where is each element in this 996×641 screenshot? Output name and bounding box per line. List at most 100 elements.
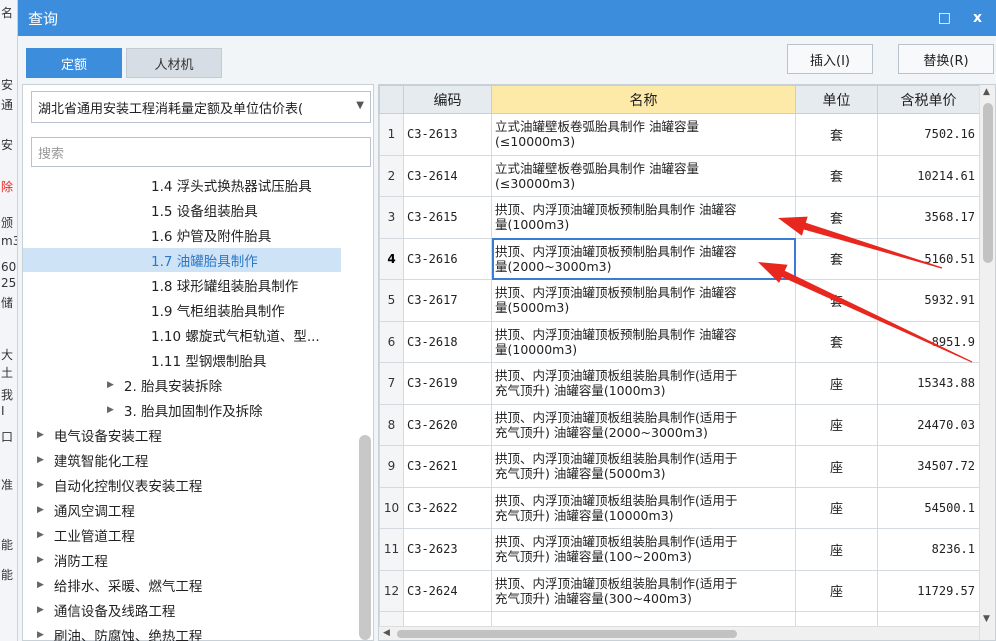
expand-triangle-icon[interactable]: ▶ bbox=[37, 505, 44, 515]
expand-triangle-icon[interactable]: ▶ bbox=[37, 555, 44, 565]
name-cell[interactable]: 拱顶、内浮顶油罐顶板预制胎具制作 油罐容 量(5000m3) bbox=[491, 279, 796, 322]
close-icon[interactable]: x bbox=[973, 10, 982, 26]
expand-triangle-icon[interactable]: ▶ bbox=[37, 630, 44, 640]
maximize-icon[interactable]: □ bbox=[938, 10, 951, 26]
table-row[interactable]: 1 C3-2613 立式油罐壁板卷弧胎具制作 油罐容量 (≤10000m3) 套 750… bbox=[379, 113, 980, 156]
scroll-up-icon[interactable]: ▲ bbox=[983, 87, 990, 97]
code-cell[interactable]: C3-2622 bbox=[403, 486, 492, 529]
code-cell[interactable]: C3-2624 bbox=[403, 569, 492, 612]
insert-button[interactable]: 插入(I) bbox=[787, 44, 873, 74]
unit-cell[interactable]: 套 bbox=[795, 279, 878, 322]
code-cell[interactable]: C3-2617 bbox=[403, 279, 492, 322]
table-row[interactable]: 12 C3-2624 拱顶、内浮顶油罐顶板组装胎具制作(适用于 充气顶升) 油罐容量… bbox=[379, 569, 980, 612]
tree-item[interactable]: 1.6 炉管及附件胎具 bbox=[151, 223, 271, 247]
price-cell[interactable]: 5932.91 bbox=[877, 279, 980, 322]
table-row[interactable]: 7 C3-2619 拱顶、内浮顶油罐顶板组装胎具制作(适用于 充气顶升) 油罐容量(… bbox=[379, 362, 980, 405]
tree-scrollbar[interactable] bbox=[359, 435, 371, 640]
unit-cell[interactable]: 套 bbox=[795, 196, 878, 239]
unit-cell[interactable]: 座 bbox=[795, 362, 878, 405]
tree-item[interactable]: 1.11 型钢煨制胎具 bbox=[151, 348, 266, 372]
name-cell[interactable]: 拱顶、内浮顶油罐顶板组装胎具制作(适用于 充气顶升) 油罐容量(5000m3) bbox=[491, 445, 796, 488]
expand-triangle-icon[interactable]: ▶ bbox=[37, 580, 44, 590]
unit-cell[interactable]: 座 bbox=[795, 486, 878, 529]
expand-triangle-icon[interactable]: ▶ bbox=[107, 380, 114, 390]
unit-cell[interactable]: 座 bbox=[795, 403, 878, 446]
tree-item[interactable]: ▶ 刷油、防腐蚀、绝热工程 bbox=[37, 623, 202, 641]
code-cell[interactable]: C3-2613 bbox=[403, 113, 492, 156]
tree-item[interactable]: ▶ 通风空调工程 bbox=[37, 498, 135, 522]
name-cell[interactable]: 拱顶、内浮顶油罐顶板预制胎具制作 油罐容 量(1000m3) bbox=[491, 196, 796, 239]
expand-triangle-icon[interactable]: ▶ bbox=[37, 480, 44, 490]
scroll-down-icon[interactable]: ▼ bbox=[983, 614, 990, 624]
tree-item[interactable]: ▶ 工业管道工程 bbox=[37, 523, 135, 547]
tab-rencai[interactable]: 人材机 bbox=[126, 48, 222, 78]
table-row[interactable]: 10 C3-2622 拱顶、内浮顶油罐顶板组装胎具制作(适用于 充气顶升) 油罐容量… bbox=[379, 486, 980, 529]
col-code-header[interactable]: 编码 bbox=[403, 85, 492, 114]
expand-triangle-icon[interactable]: ▶ bbox=[37, 530, 44, 540]
name-cell[interactable]: 拱顶、内浮顶油罐顶板组装胎具制作(适用于 充气顶升) 油罐容量(100~200m… bbox=[491, 528, 796, 571]
unit-cell[interactable]: 套 bbox=[795, 113, 878, 156]
price-cell[interactable]: 34507.72 bbox=[877, 445, 980, 488]
name-cell[interactable]: 拱顶、内浮顶油罐顶板组装胎具制作(适用于 充气顶升) 油罐容量(1000m3) bbox=[491, 362, 796, 405]
price-cell[interactable]: 24470.03 bbox=[877, 403, 980, 446]
name-cell[interactable]: 拱顶、内浮顶油罐顶板组装胎具制作(适用于 充气顶升) 油罐容量(2000~300… bbox=[491, 403, 796, 446]
table-row[interactable]: 11 C3-2623 拱顶、内浮顶油罐顶板组装胎具制作(适用于 充气顶升) 油罐容量… bbox=[379, 528, 980, 571]
table-row[interactable]: 6 C3-2618 拱顶、内浮顶油罐顶板预制胎具制作 油罐容 量(10000m3) 套… bbox=[379, 320, 980, 363]
name-cell[interactable]: 拱顶、内浮顶油罐顶板预制胎具制作 油罐容 量(10000m3) bbox=[491, 320, 796, 363]
tree-item[interactable]: 1.8 球形罐组装胎具制作 bbox=[151, 273, 298, 297]
table-row[interactable]: 3 C3-2615 拱顶、内浮顶油罐顶板预制胎具制作 油罐容 量(1000m3) 套 3… bbox=[379, 196, 980, 239]
price-cell[interactable]: 10214.61 bbox=[877, 154, 980, 197]
unit-cell[interactable]: 座 bbox=[795, 445, 878, 488]
tree-item[interactable]: 1.5 设备组装胎具 bbox=[151, 198, 258, 222]
tree-item[interactable]: ▶ 建筑智能化工程 bbox=[37, 448, 148, 472]
col-unit-header[interactable]: 单位 bbox=[795, 85, 878, 114]
library-select[interactable]: 湖北省通用安装工程消耗量定额及单位估价表( ▼ bbox=[31, 91, 371, 123]
unit-cell[interactable]: 座 bbox=[795, 569, 878, 612]
price-cell[interactable]: 8236.1 bbox=[877, 528, 980, 571]
price-cell[interactable]: 5160.51 bbox=[877, 237, 980, 280]
expand-triangle-icon[interactable]: ▶ bbox=[107, 405, 114, 415]
price-cell[interactable]: 8951.9 bbox=[877, 320, 980, 363]
search-input[interactable]: 搜索 bbox=[31, 137, 371, 167]
name-cell[interactable]: 拱顶、内浮顶油罐顶板组装胎具制作(适用于 充气顶升) 油罐容量(300~400m… bbox=[491, 569, 796, 612]
tree-item[interactable]: ▶ 通信设备及线路工程 bbox=[37, 598, 175, 622]
unit-cell[interactable]: 座 bbox=[795, 528, 878, 571]
tab-dinge[interactable]: 定额 bbox=[26, 48, 122, 78]
table-horizontal-scrollbar[interactable]: ◀ bbox=[379, 626, 979, 640]
expand-triangle-icon[interactable]: ▶ bbox=[37, 455, 44, 465]
tree-item[interactable]: ▶ 电气设备安装工程 bbox=[37, 423, 162, 447]
price-cell[interactable]: 54500.1 bbox=[877, 486, 980, 529]
name-cell[interactable]: 立式油罐壁板卷弧胎具制作 油罐容量 (≤10000m3) bbox=[491, 113, 796, 156]
code-cell[interactable]: C3-2618 bbox=[403, 320, 492, 363]
table-row[interactable]: 8 C3-2620 拱顶、内浮顶油罐顶板组装胎具制作(适用于 充气顶升) 油罐容量(… bbox=[379, 403, 980, 446]
tree-item[interactable]: ▶ 2. 胎具安装拆除 bbox=[107, 373, 222, 397]
col-name-header[interactable]: 名称 bbox=[491, 85, 796, 114]
expand-triangle-icon[interactable]: ▶ bbox=[37, 605, 44, 615]
expand-triangle-icon[interactable]: ▶ bbox=[37, 430, 44, 440]
table-row[interactable]: 9 C3-2621 拱顶、内浮顶油罐顶板组装胎具制作(适用于 充气顶升) 油罐容量(… bbox=[379, 445, 980, 488]
code-cell[interactable]: C3-2620 bbox=[403, 403, 492, 446]
tree-item[interactable]: ▶ 消防工程 bbox=[37, 548, 108, 572]
col-price-header[interactable]: 含税单价 bbox=[877, 85, 980, 114]
tree-item[interactable]: 1.10 螺旋式气柜轨道、型... bbox=[151, 323, 320, 347]
table-vertical-scrollbar[interactable]: ▲ ▼ bbox=[979, 85, 995, 640]
tree-item[interactable]: 1.9 气柜组装胎具制作 bbox=[151, 298, 285, 322]
tree-item[interactable]: ▶ 给排水、采暖、燃气工程 bbox=[37, 573, 202, 597]
code-cell[interactable]: C3-2616 bbox=[403, 237, 492, 280]
table-row[interactable]: 4 C3-2616 拱顶、内浮顶油罐顶板预制胎具制作 油罐容 量(2000~3000… bbox=[379, 237, 980, 280]
tree-item[interactable]: 1.4 浮头式换热器试压胎具 bbox=[151, 173, 312, 197]
unit-cell[interactable]: 套 bbox=[795, 154, 878, 197]
replace-button[interactable]: 替换(R) bbox=[898, 44, 994, 74]
name-cell[interactable]: 立式油罐壁板卷弧胎具制作 油罐容量 (≤30000m3) bbox=[491, 154, 796, 197]
table-row[interactable]: 5 C3-2617 拱顶、内浮顶油罐顶板预制胎具制作 油罐容 量(5000m3) 套 5… bbox=[379, 279, 980, 322]
unit-cell[interactable]: 套 bbox=[795, 320, 878, 363]
code-cell[interactable]: C3-2615 bbox=[403, 196, 492, 239]
code-cell[interactable]: C3-2621 bbox=[403, 445, 492, 488]
h-scroll-thumb[interactable] bbox=[397, 630, 737, 638]
unit-cell[interactable]: 套 bbox=[795, 237, 878, 280]
tree-item[interactable]: 1.7 油罐胎具制作 bbox=[23, 248, 341, 272]
price-cell[interactable]: 15343.88 bbox=[877, 362, 980, 405]
scroll-left-icon[interactable]: ◀ bbox=[383, 628, 390, 638]
name-cell[interactable]: 拱顶、内浮顶油罐顶板预制胎具制作 油罐容 量(2000~3000m3) bbox=[491, 237, 796, 280]
code-cell[interactable]: C3-2619 bbox=[403, 362, 492, 405]
